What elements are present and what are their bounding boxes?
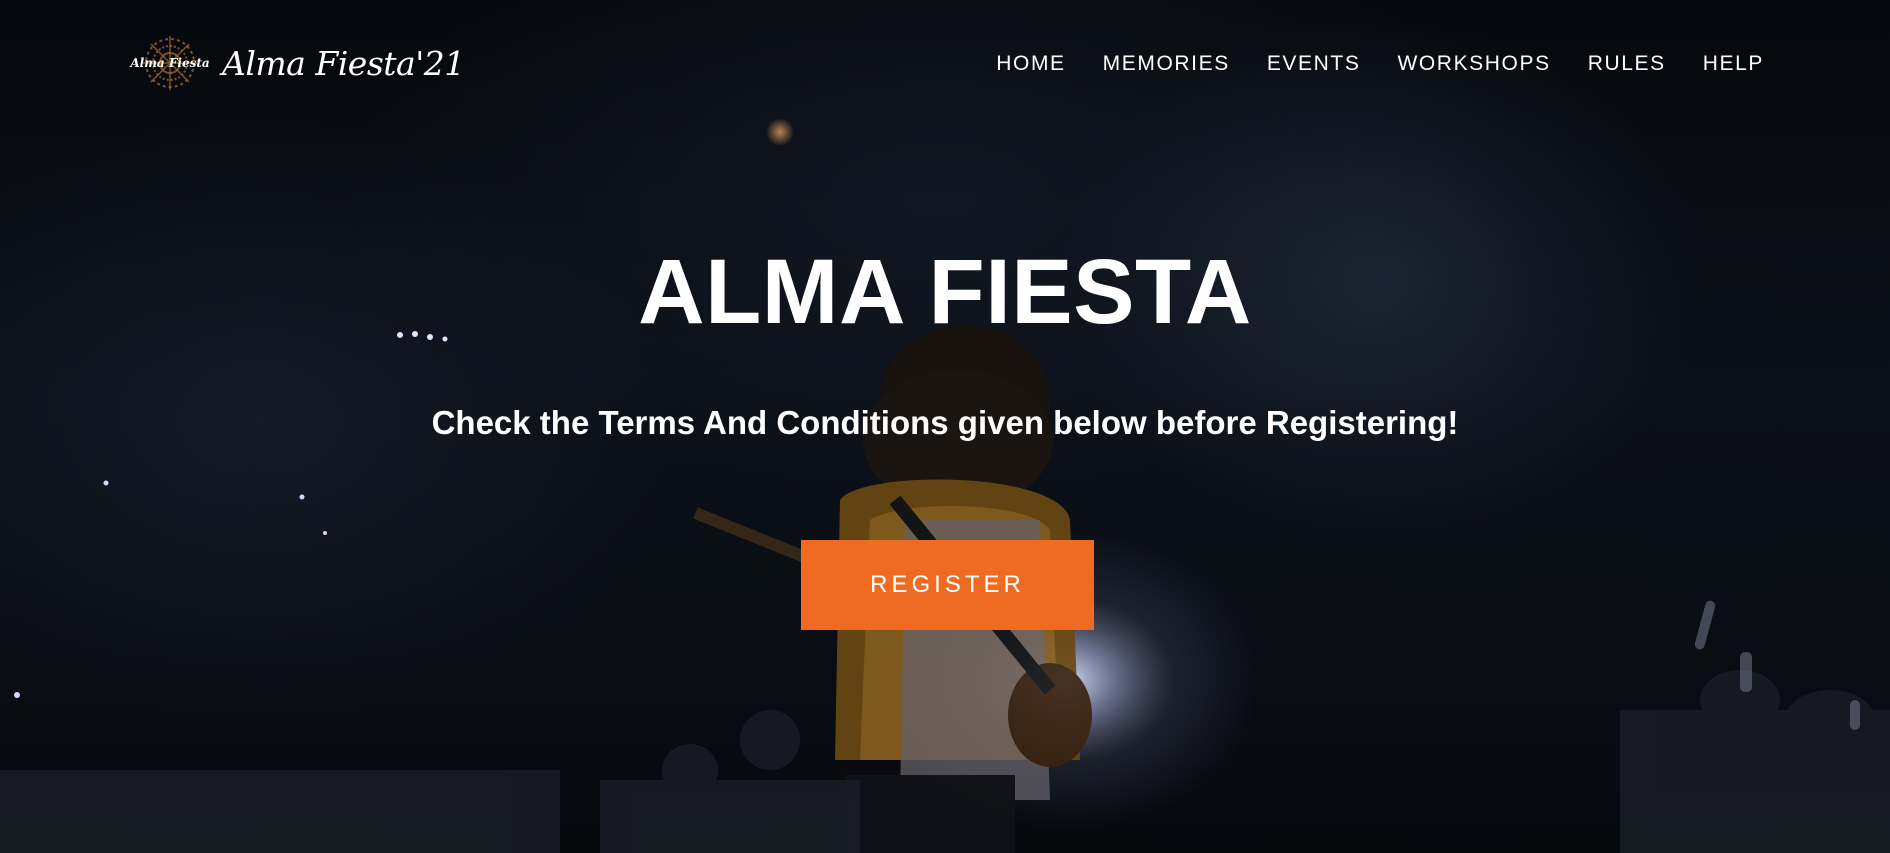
nav-item-workshops[interactable]: WORKSHOPS	[1397, 52, 1550, 76]
nav-item-events[interactable]: EVENTS	[1267, 52, 1361, 76]
hero-subtitle: Check the Terms And Conditions given bel…	[431, 404, 1459, 441]
hero-section: Alma Fiesta Alma Fiesta'21 HOME MEMORIES…	[0, 0, 1890, 853]
nav-item-rules[interactable]: RULES	[1588, 52, 1666, 76]
mandala-logo-icon: Alma Fiesta	[130, 32, 210, 94]
logo-text: Alma Fiesta	[130, 56, 210, 70]
site-title: Alma Fiesta'21	[222, 43, 465, 83]
main-nav: HOME MEMORIES EVENTS WORKSHOPS RULES HEL…	[996, 52, 1764, 76]
hero-title: ALMA FIESTA	[638, 241, 1252, 343]
nav-item-memories[interactable]: MEMORIES	[1103, 52, 1230, 76]
brand[interactable]: Alma Fiesta Alma Fiesta'21	[130, 32, 465, 94]
nav-item-help[interactable]: HELP	[1703, 52, 1764, 76]
register-button[interactable]: REGISTER	[801, 540, 1094, 630]
nav-item-home[interactable]: HOME	[996, 52, 1065, 76]
navbar: Alma Fiesta Alma Fiesta'21 HOME MEMORIES…	[0, 0, 1890, 135]
